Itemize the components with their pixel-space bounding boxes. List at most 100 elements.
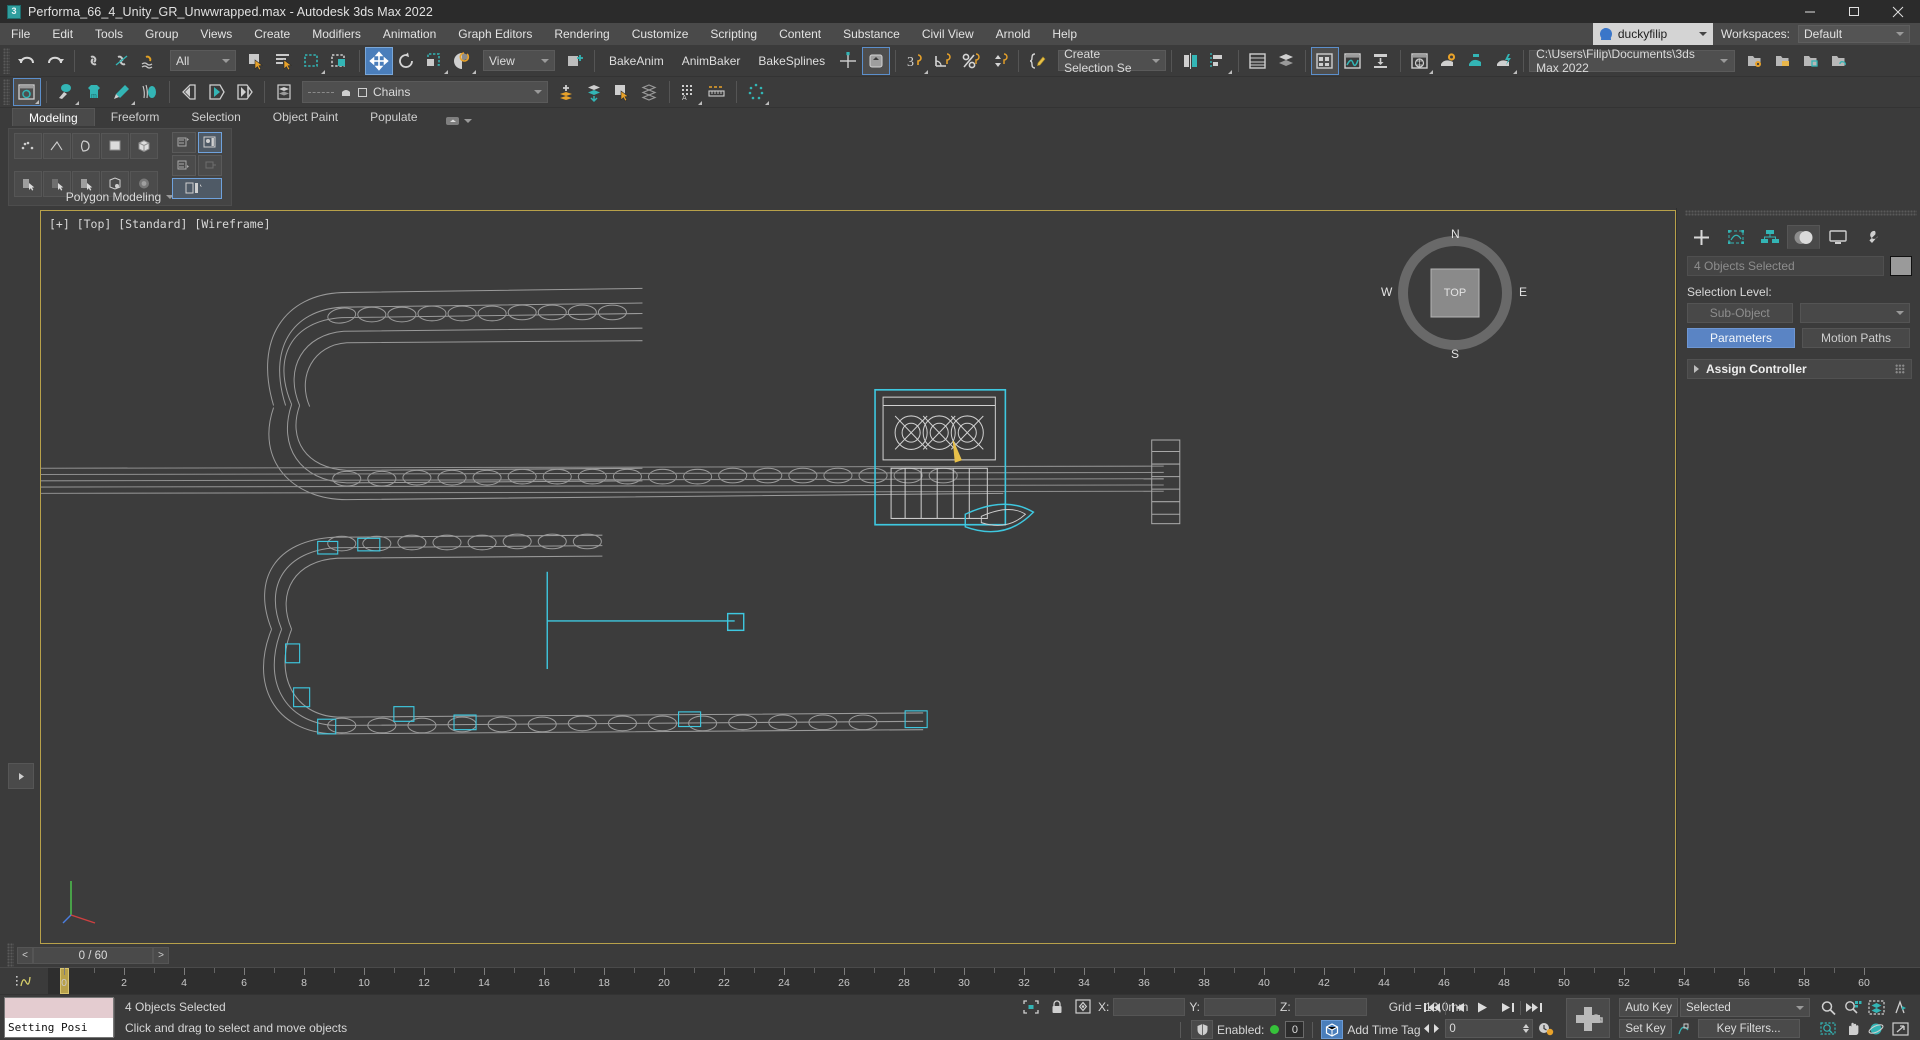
user-account-button[interactable]: duckyfilip [1592,23,1713,45]
tab-populate[interactable]: Populate [354,108,433,126]
render-setup-button[interactable] [1434,47,1462,75]
menu-item-views[interactable]: Views [189,23,243,45]
minimize-button[interactable] [1788,0,1832,23]
redo-button[interactable] [41,47,69,75]
pan-view-icon[interactable] [1842,1019,1864,1038]
spinner-icon[interactable] [1523,1024,1530,1033]
menu-item-rendering[interactable]: Rendering [543,23,620,45]
layer-icon-button[interactable] [270,78,298,106]
viewport-top[interactable]: [+] [Top] [Standard] [Wireframe] TOP N E… [40,210,1676,944]
animbaker-button[interactable]: AnimBaker [673,49,750,73]
edit-named-selection-sets-button[interactable] [1024,47,1052,75]
angle-snap-button[interactable] [929,47,957,75]
layer-properties-button[interactable] [636,78,664,106]
object-color-swatch[interactable] [1890,256,1912,276]
toolbar-grip[interactable] [3,79,10,105]
enabled-count[interactable]: 0 [1285,1021,1305,1038]
schematic-view-button[interactable] [1367,47,1395,75]
close-button[interactable] [1876,0,1920,23]
use-pivot-point-center-button[interactable] [449,47,477,75]
menu-item-modifiers[interactable]: Modifiers [301,23,372,45]
maximize-button[interactable] [1832,0,1876,23]
display-tab-icon[interactable] [1821,225,1854,249]
asset-tracking-button[interactable] [1797,47,1825,75]
select-object-button[interactable] [242,47,270,75]
bakeanim-button[interactable]: BakeAnim [600,49,673,73]
sub-object-button[interactable]: Sub-Object [1687,303,1793,323]
play-animation-button[interactable] [1472,998,1494,1017]
array-button[interactable]: A [675,78,703,106]
zoom-region-icon[interactable] [1818,1019,1840,1038]
previous-frame-button[interactable] [175,78,203,106]
named-selection-sets-combo[interactable]: Create Selection Se [1058,47,1167,75]
align-button[interactable] [862,46,891,75]
undo-button[interactable] [13,47,41,75]
assign-controller-rollout[interactable]: Assign Controller [1687,359,1912,379]
lock-icon[interactable] [1046,997,1068,1016]
paint-deform-button[interactable] [108,78,136,106]
border-icon[interactable] [72,133,100,159]
add-time-tag-label[interactable]: Add Time Tag [1347,1023,1420,1037]
polygon-icon[interactable] [101,133,129,159]
cloth-button[interactable]: m [80,78,108,106]
zoom-all-icon[interactable] [1842,998,1864,1017]
menu-item-scripting[interactable]: Scripting [699,23,768,45]
scene-converter-button[interactable] [13,78,41,106]
menu-item-create[interactable]: Create [243,23,301,45]
align-objects-button[interactable] [1205,47,1233,75]
asset-link-button[interactable] [1825,47,1853,75]
add-layer-button[interactable] [552,78,580,106]
scene-explorer-button[interactable] [1244,47,1272,75]
unlink-selection-button[interactable] [108,47,136,75]
orbit-icon[interactable] [1866,1019,1888,1038]
render-production-button[interactable] [1490,47,1518,75]
menu-item-edit[interactable]: Edit [41,23,84,45]
edge-icon[interactable] [43,133,71,159]
select-and-scale-button[interactable] [421,47,449,75]
view-cube[interactable]: TOP N E S W [1381,227,1527,361]
element-icon[interactable] [130,133,158,159]
menu-item-group[interactable]: Group [134,23,189,45]
x-field[interactable] [1113,997,1186,1016]
workspace-select[interactable]: Default [1798,25,1910,43]
auto-key-button[interactable]: Auto Key [1619,998,1678,1017]
play-preview-button[interactable] [203,78,231,106]
folder-button[interactable] [1769,47,1797,75]
maximize-viewport-toggle-icon[interactable] [1890,1019,1912,1038]
motion-tab-icon[interactable] [1787,225,1820,249]
menu-item-graph-editors[interactable]: Graph Editors [447,23,543,45]
vertex-icon[interactable] [14,133,42,159]
relax-icon[interactable] [172,155,196,176]
previous-frame-button[interactable] [1448,998,1470,1017]
select-and-move-button[interactable] [365,46,393,75]
tab-selection[interactable]: Selection [175,108,256,126]
y-field[interactable] [1204,997,1277,1016]
zoom-icon[interactable] [1818,998,1840,1017]
hair-and-fur-button[interactable] [136,78,164,106]
adaptive-degradation-icon[interactable] [1191,1020,1213,1039]
menu-item-animation[interactable]: Animation [372,23,447,45]
menu-item-substance[interactable]: Substance [832,23,911,45]
go-to-start-button[interactable] [1421,998,1443,1017]
menu-item-civil-view[interactable]: Civil View [911,23,985,45]
select-and-link-button[interactable] [80,47,108,75]
bakesplines-button[interactable]: BakeSplines [749,49,834,73]
track-bar[interactable]: 0 2 4 6 8 10 12 14 16 18 20 22 24 26 28 30 32 34 36 38 40 42 4… [0,967,1920,994]
tab-freeform[interactable]: Freeform [95,108,176,126]
next-frame-button[interactable] [1496,998,1518,1017]
set-keys-button[interactable] [1566,998,1611,1038]
command-panel-grip[interactable] [1685,210,1917,216]
go-to-end-button[interactable] [1523,998,1545,1017]
bind-to-space-warp-button[interactable] [136,47,164,75]
menu-item-content[interactable]: Content [768,23,832,45]
reference-coordinate-system-select[interactable]: View [483,50,555,71]
current-frame-field[interactable]: 0 [1445,1019,1534,1038]
named-selection-sets-button[interactable] [561,47,589,75]
absolute-relative-transform-icon[interactable] [1072,997,1094,1016]
listener-input-line[interactable]: Setting Posi [5,1017,113,1037]
menu-item-tools[interactable]: Tools [84,23,134,45]
time-slider-next-button[interactable]: > [153,947,169,964]
selection-lock-icon[interactable] [1020,997,1042,1016]
layer-select[interactable]: Chains [302,81,548,103]
hierarchy-tab-icon[interactable] [1753,225,1786,249]
